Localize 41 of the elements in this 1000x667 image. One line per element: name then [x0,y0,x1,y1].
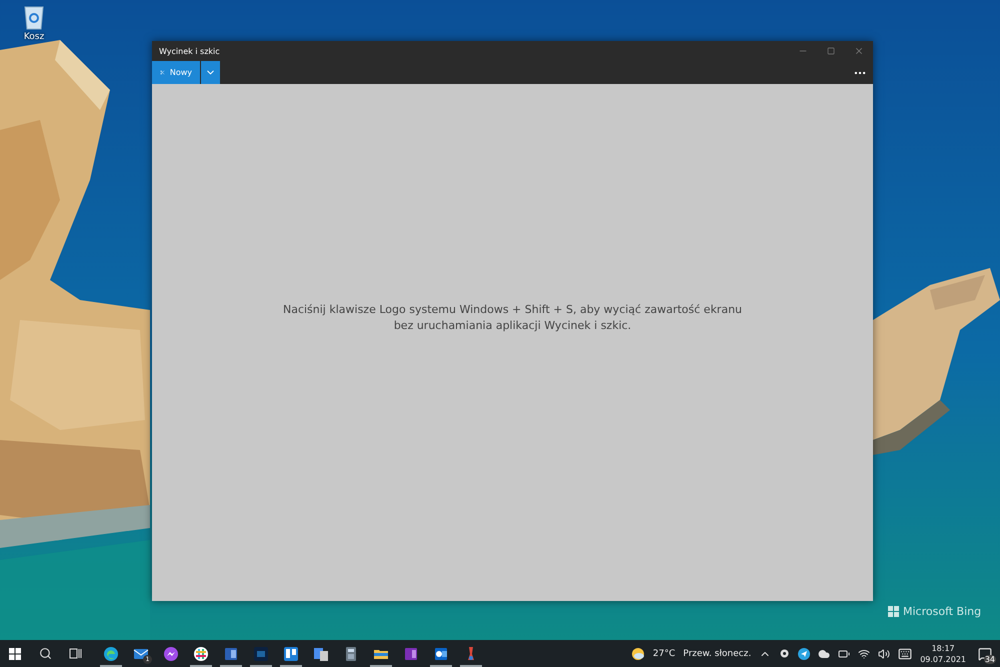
document-icon[interactable] [223,646,239,662]
running-indicator [430,665,452,667]
speaker-icon[interactable] [878,648,890,660]
translate-icon[interactable] [313,646,329,662]
running-indicator [100,665,122,667]
keyboard-icon[interactable] [898,646,912,660]
running-indicator [220,665,242,667]
running-indicator [190,665,212,667]
running-indicator [250,665,272,667]
window-title: Wycinek i szkic [159,46,221,56]
clock-date[interactable]: 09.07.2021 [920,654,966,664]
swirl-icon[interactable] [103,646,119,662]
notebook-icon[interactable] [403,646,419,662]
hashtag-icon[interactable] [193,646,209,662]
hint-message: Naciśnij klawisze Logo systemu Windows + Shift + S, aby wyciąć zawartość ekranu bez uruchamiania aplikacji Wycinek i szkic. [282,302,744,334]
running-indicator [370,665,392,667]
gear-icon[interactable] [779,648,790,659]
wallpaper-branding: Microsoft Bing [903,605,982,618]
temperature-text[interactable]: 27°C [652,648,676,658]
board-icon[interactable] [283,646,299,662]
running-indicator [280,665,302,667]
chat-icon[interactable] [163,646,179,662]
notification-count: 34 [984,654,996,664]
running-indicator [460,665,482,667]
paper-plane-icon[interactable] [798,648,810,660]
calculator-icon[interactable] [343,646,359,662]
sun-cloud-icon[interactable] [630,646,645,660]
cloud-icon[interactable] [818,648,830,660]
wifi-icon[interactable] [858,648,870,660]
image-editor-icon[interactable] [253,646,269,662]
new-snip-button[interactable]: Nowy [152,61,200,84]
grid-logo-icon [888,606,899,617]
envelope-icon[interactable] [433,646,449,662]
weather-condition[interactable]: Przew. słonecz. [683,648,752,658]
close-icon [854,46,864,56]
desktop-icon-label[interactable]: Kosz [24,32,44,42]
maximize-icon [827,47,835,55]
dropdown-button[interactable] [200,61,220,84]
clock-time[interactable]: 18:17 [932,642,955,654]
trash-bin-icon[interactable] [23,4,45,30]
battery-icon[interactable] [838,648,850,660]
